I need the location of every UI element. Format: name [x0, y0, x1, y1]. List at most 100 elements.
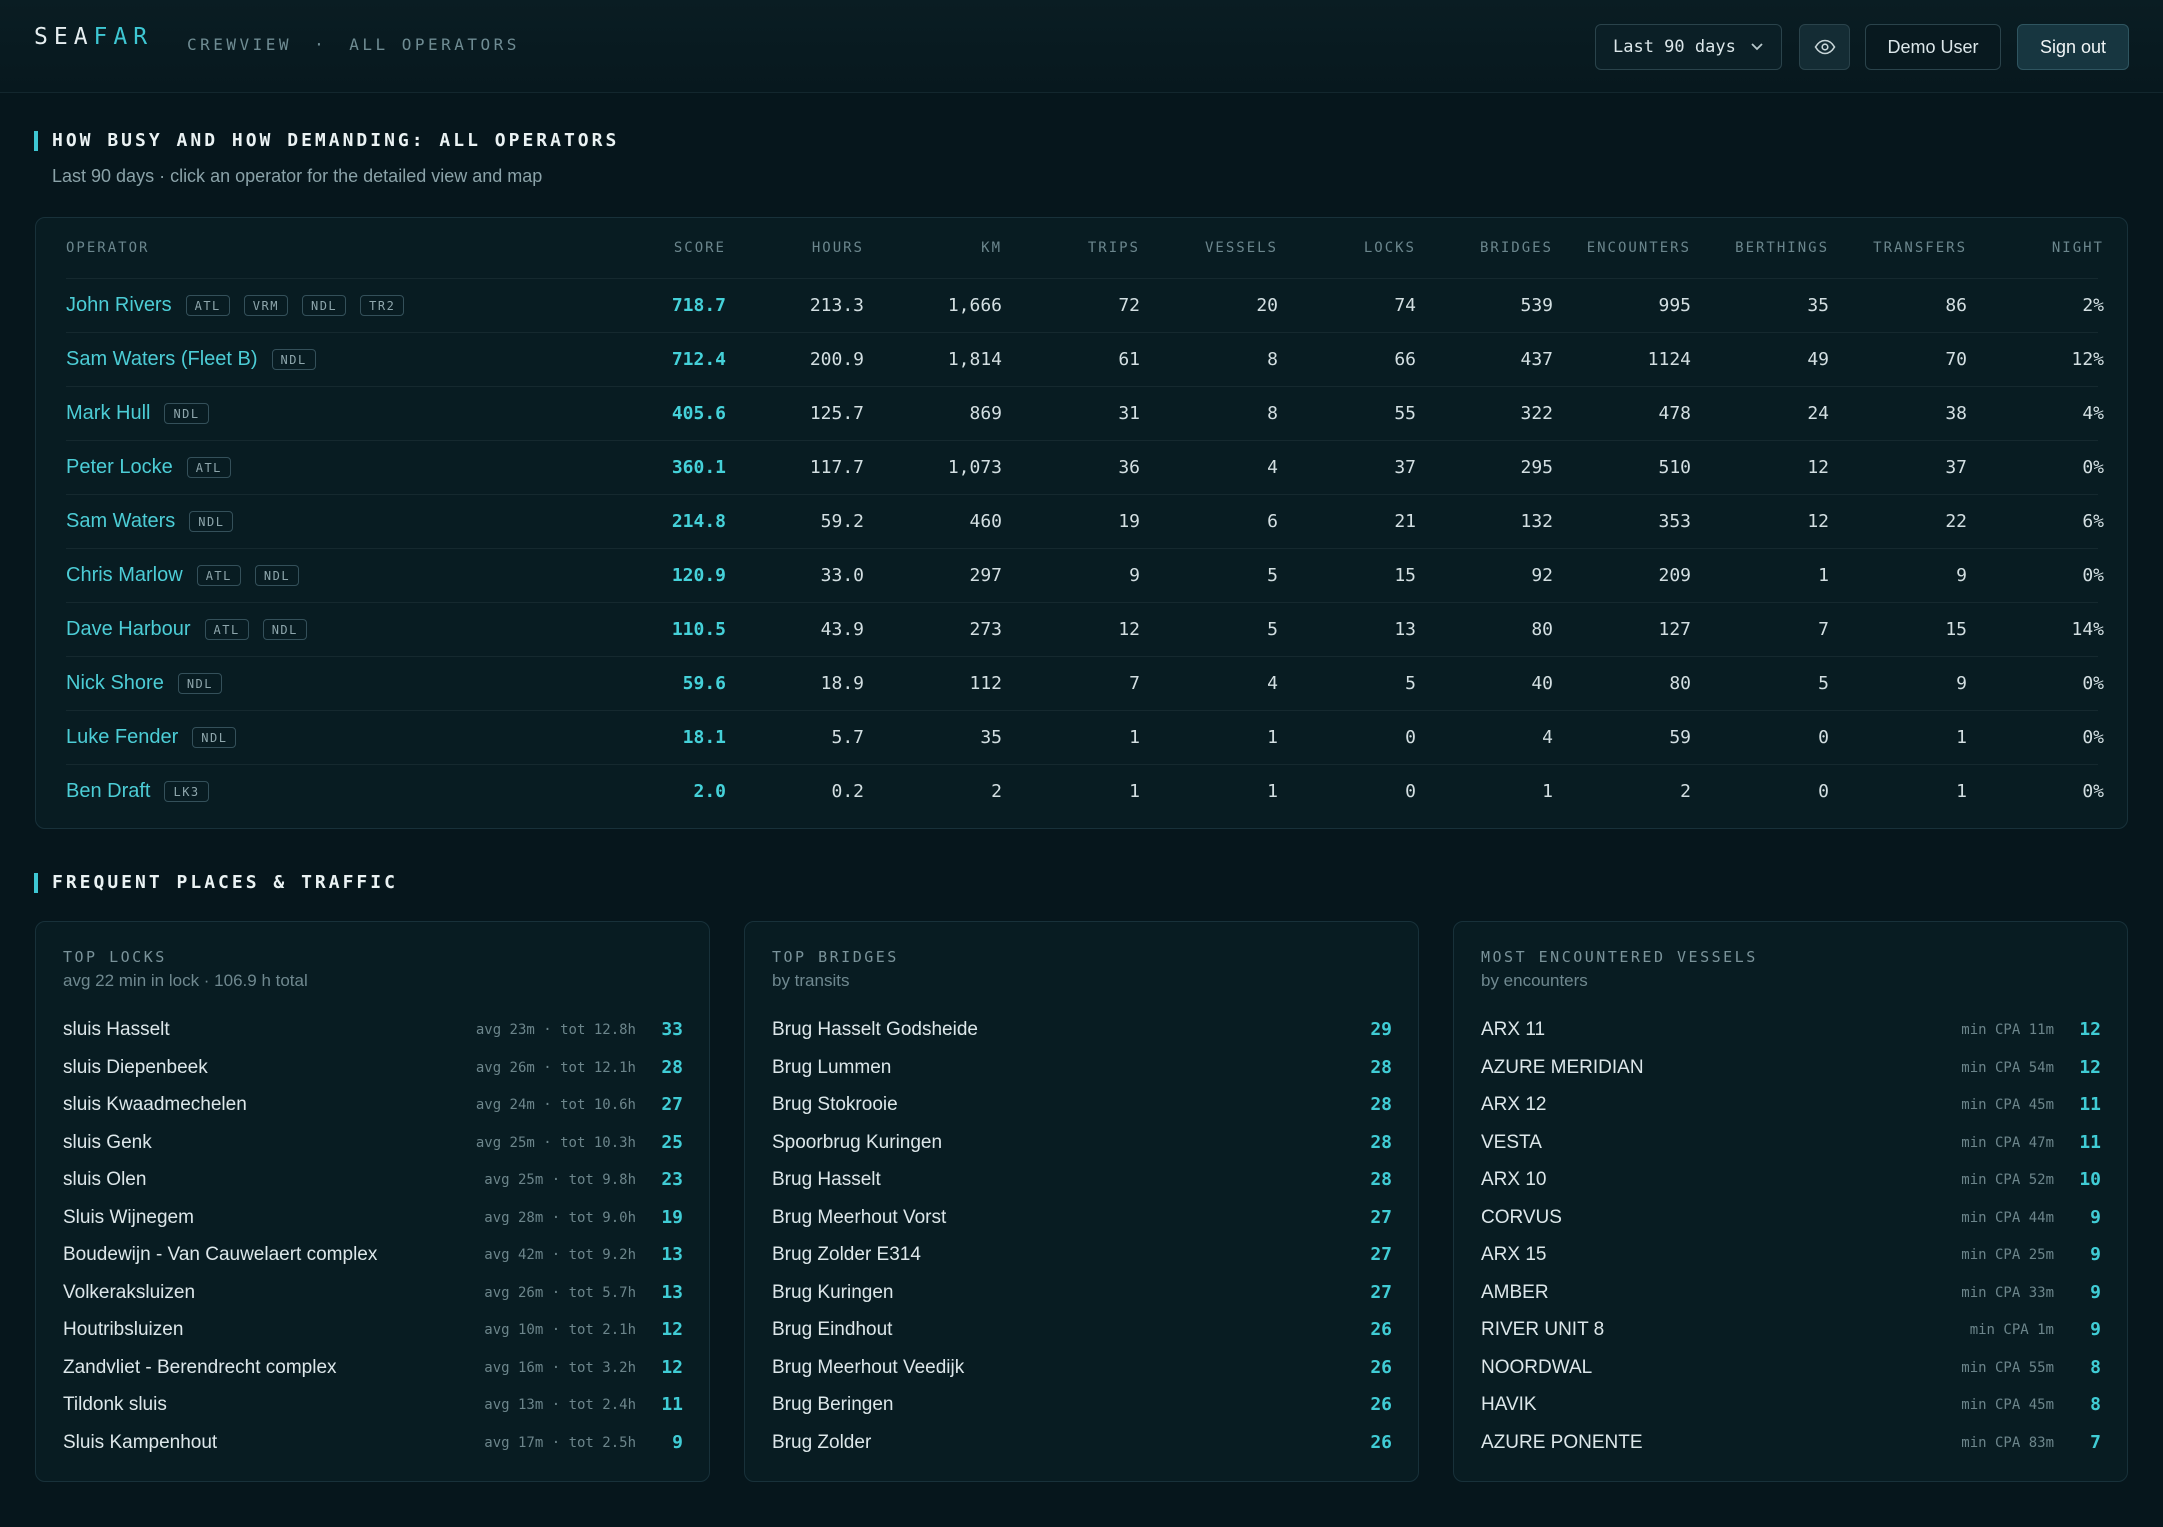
list-item[interactable]: sluis Hasselt avg 23m · tot 12.8h 33	[63, 1014, 683, 1051]
list-item[interactable]: AZURE MERIDIAN min CPA 54m 12	[1481, 1052, 2101, 1089]
brand-logo[interactable]: SEAFAR	[34, 24, 153, 50]
list-item[interactable]: ARX 12 min CPA 45m 11	[1481, 1089, 2101, 1126]
list-item[interactable]: CORVUS min CPA 44m 9	[1481, 1202, 2101, 1239]
list-item-name: Spoorbrug Kuringen	[772, 1131, 943, 1153]
list-item[interactable]: Brug Eindhout 26	[772, 1314, 1392, 1351]
operator-cell[interactable]: Nick Shore NDL	[66, 657, 222, 710]
column-header-bridges[interactable]: BRIDGES	[1480, 218, 1553, 278]
list-item[interactable]: Sluis Kampenhout avg 17m · tot 2.5h 9	[63, 1427, 683, 1464]
night-cell: 0%	[2082, 781, 2104, 802]
table-row[interactable]: John Rivers ATL VRM NDL TR2 718.7 213.3 1,666 72…	[66, 278, 2104, 332]
date-range-select[interactable]: Last 90 days	[1595, 24, 1782, 70]
list-item[interactable]: Brug Stokrooie 28	[772, 1089, 1392, 1126]
operator-cell[interactable]: Dave Harbour ATL NDL	[66, 603, 307, 656]
list-item[interactable]: Brug Hasselt 28	[772, 1164, 1392, 1201]
list-item[interactable]: Zandvliet - Berendrecht complex avg 16m ·…	[63, 1352, 683, 1389]
list-item-meta: avg 25m · tot 10.3h	[475, 1134, 636, 1151]
berthings-cell: 0	[1818, 727, 1829, 748]
operator-cell[interactable]: Mark Hull NDL	[66, 387, 209, 440]
list-item[interactable]: Brug Beringen 26	[772, 1389, 1392, 1426]
list-item-meta: min CPA 45m	[1961, 1097, 2054, 1113]
breadcrumb-app[interactable]: CREWVIEW	[187, 35, 292, 54]
list-item[interactable]: Brug Kuringen 27	[772, 1277, 1392, 1314]
operator-name-link[interactable]: Sam Waters (Fleet B)	[66, 348, 258, 371]
column-header-trips[interactable]: TRIPS	[1088, 218, 1140, 278]
breadcrumb: CREWVIEW · ALL OPERATORS	[187, 35, 520, 54]
list-item[interactable]: Brug Zolder E314 27	[772, 1239, 1392, 1276]
list-item[interactable]: NOORDWAL min CPA 55m 8	[1481, 1352, 2101, 1389]
column-header-night[interactable]: NIGHT	[2052, 218, 2104, 278]
list-item[interactable]: Brug Zolder 26	[772, 1427, 1392, 1464]
list-item[interactable]: HAVIK min CPA 45m 8	[1481, 1389, 2101, 1426]
list-item-meta: avg 17m · tot 2.5h	[484, 1434, 636, 1451]
table-row[interactable]: Sam Waters (Fleet B) NDL 712.4 200.9 1,814 61…	[66, 332, 2104, 386]
column-header-operator[interactable]: OPERATOR	[66, 218, 149, 278]
operator-cell[interactable]: Sam Waters (Fleet B) NDL	[66, 333, 316, 386]
operator-name-link[interactable]: Ben Draft	[66, 780, 150, 803]
list-item[interactable]: ARX 15 min CPA 25m 9	[1481, 1239, 2101, 1276]
column-header-km[interactable]: KM	[981, 218, 1002, 278]
operator-name-link[interactable]: Chris Marlow	[66, 564, 183, 587]
column-header-locks[interactable]: LOCKS	[1364, 218, 1416, 278]
trips-cell: 72	[1118, 295, 1140, 316]
list-item[interactable]: ARX 10 min CPA 52m 10	[1481, 1164, 2101, 1201]
list-item[interactable]: AMBER min CPA 33m 9	[1481, 1277, 2101, 1314]
list-item[interactable]: sluis Kwaadmechelen avg 24m · tot 10.6h 27	[63, 1089, 683, 1126]
list-item[interactable]: Sluis Wijnegem avg 28m · tot 9.0h 19	[63, 1202, 683, 1239]
list-item[interactable]: sluis Olen avg 25m · tot 9.8h 23	[63, 1164, 683, 1201]
table-row[interactable]: Dave Harbour ATL NDL 110.5 43.9 273 12 5 13 80 127…	[66, 602, 2104, 656]
operator-name-link[interactable]: Mark Hull	[66, 402, 150, 425]
list-item[interactable]: Brug Lummen 28	[772, 1052, 1392, 1089]
operator-cell[interactable]: John Rivers ATL VRM NDL TR2	[66, 279, 405, 332]
operator-cell[interactable]: Peter Locke ATL	[66, 441, 231, 494]
list-item[interactable]: RIVER UNIT 8 min CPA 1m 9	[1481, 1314, 2101, 1351]
list-item[interactable]: VESTA min CPA 47m 11	[1481, 1127, 2101, 1164]
vessels-cell: 5	[1267, 619, 1278, 640]
column-header-transfers[interactable]: TRANSFERS	[1873, 218, 1967, 278]
table-row[interactable]: Peter Locke ATL 360.1 117.7 1,073 36 4 37 295 510…	[66, 440, 2104, 494]
night-cell: 14%	[2071, 619, 2104, 640]
operator-cell[interactable]: Ben Draft LK3	[66, 765, 209, 818]
sign-out-button[interactable]: Sign out	[2017, 24, 2129, 70]
list-item[interactable]: Tildonk sluis avg 13m · tot 2.4h 11	[63, 1389, 683, 1426]
transfers-cell: 37	[1945, 457, 1967, 478]
user-menu-button[interactable]: Demo User	[1865, 24, 2001, 70]
list-item[interactable]: Spoorbrug Kuringen 28	[772, 1127, 1392, 1164]
operator-name-link[interactable]: Luke Fender	[66, 726, 178, 749]
operator-name-link[interactable]: John Rivers	[66, 294, 172, 317]
column-header-vessels[interactable]: VESSELS	[1205, 218, 1278, 278]
column-header-hours[interactable]: HOURS	[812, 218, 864, 278]
table-row[interactable]: Ben Draft LK3 2.0 0.2 2 1 1 0 1 2 0 1 0%	[66, 764, 2104, 818]
operator-cell[interactable]: Chris Marlow ATL NDL	[66, 549, 300, 602]
list-item[interactable]: Brug Meerhout Veedijk 26	[772, 1352, 1392, 1389]
column-header-berthings[interactable]: BERTHINGS	[1735, 218, 1829, 278]
list-item[interactable]: Brug Hasselt Godsheide 29	[772, 1014, 1392, 1051]
list-item-count: 27	[661, 1094, 683, 1115]
list-item-name: Brug Meerhout Vorst	[772, 1206, 947, 1228]
table-row[interactable]: Chris Marlow ATL NDL 120.9 33.0 297 9 5 15 92 209 1…	[66, 548, 2104, 602]
table-row[interactable]: Mark Hull NDL 405.6 125.7 869 31 8 55 322 478 24 38…	[66, 386, 2104, 440]
column-header-encounters[interactable]: ENCOUNTERS	[1587, 218, 1691, 278]
column-header-score[interactable]: SCORE	[674, 218, 726, 278]
privacy-toggle-button[interactable]	[1799, 24, 1850, 70]
list-item[interactable]: AZURE PONENTE min CPA 83m 7	[1481, 1427, 2101, 1464]
list-item[interactable]: Boudewijn - Van Cauwelaert complex avg 42…	[63, 1239, 683, 1276]
list-item[interactable]: sluis Diepenbeek avg 26m · tot 12.1h 28	[63, 1052, 683, 1089]
operator-cell[interactable]: Sam Waters NDL	[66, 495, 234, 548]
operator-name-link[interactable]: Peter Locke	[66, 456, 173, 479]
table-row[interactable]: Sam Waters NDL 214.8 59.2 460 19 6 21 132 353 12 22…	[66, 494, 2104, 548]
list-item[interactable]: Houtribsluizen avg 10m · tot 2.1h 12	[63, 1314, 683, 1351]
operator-name-link[interactable]: Sam Waters	[66, 510, 175, 533]
list-item-count: 12	[2079, 1019, 2101, 1040]
list-item[interactable]: ARX 11 min CPA 11m 12	[1481, 1014, 2101, 1051]
list-item[interactable]: sluis Genk avg 25m · tot 10.3h 25	[63, 1127, 683, 1164]
list-item[interactable]: Volkeraksluizen avg 26m · tot 5.7h 13	[63, 1277, 683, 1314]
table-row[interactable]: Nick Shore NDL 59.6 18.9 112 7 4 5 40 80 5 9 0%	[66, 656, 2104, 710]
berthings-cell: 7	[1818, 619, 1829, 640]
operator-cell[interactable]: Luke Fender NDL	[66, 711, 237, 764]
bridges-cell: 1	[1542, 781, 1553, 802]
list-item[interactable]: Brug Meerhout Vorst 27	[772, 1202, 1392, 1239]
operator-name-link[interactable]: Dave Harbour	[66, 618, 191, 641]
table-row[interactable]: Luke Fender NDL 18.1 5.7 35 1 1 0 4 59 0 1 0%	[66, 710, 2104, 764]
operator-name-link[interactable]: Nick Shore	[66, 672, 164, 695]
